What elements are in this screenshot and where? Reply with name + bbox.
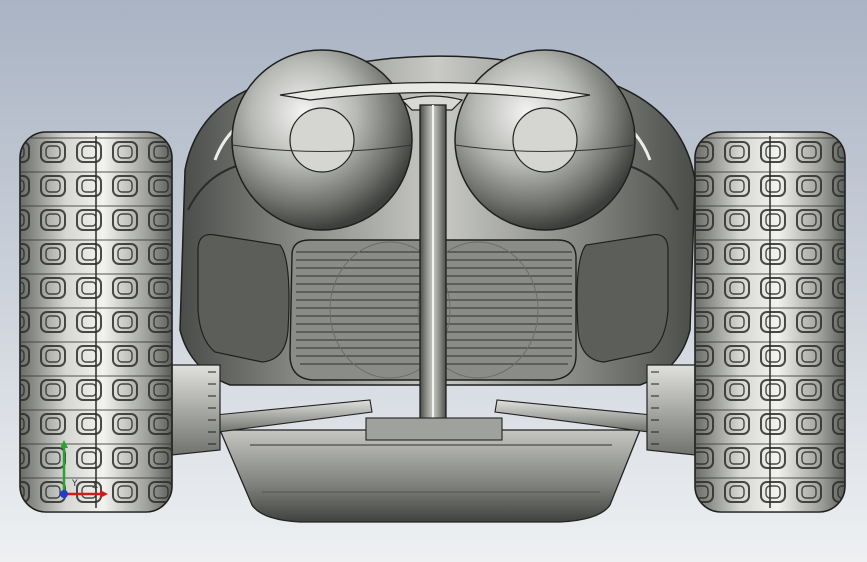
z-axis-dot: [60, 490, 68, 498]
3d-viewport[interactable]: [0, 0, 867, 562]
left-wheel-hub: [171, 364, 221, 456]
right-wheel-hub: [646, 364, 696, 456]
central-mast: [419, 104, 447, 426]
right-sphere-pod: [454, 49, 636, 231]
triad-x-label: X: [92, 481, 98, 491]
x-axis-arrowhead: [100, 490, 108, 498]
triad-y-label: Y: [71, 479, 78, 489]
chassis-base: [219, 429, 641, 523]
coordinate-triad-icon: Y X: [60, 440, 108, 498]
y-axis-arrowhead: [60, 440, 68, 448]
right-tire: [694, 131, 846, 513]
left-sphere-pod: [231, 49, 413, 231]
